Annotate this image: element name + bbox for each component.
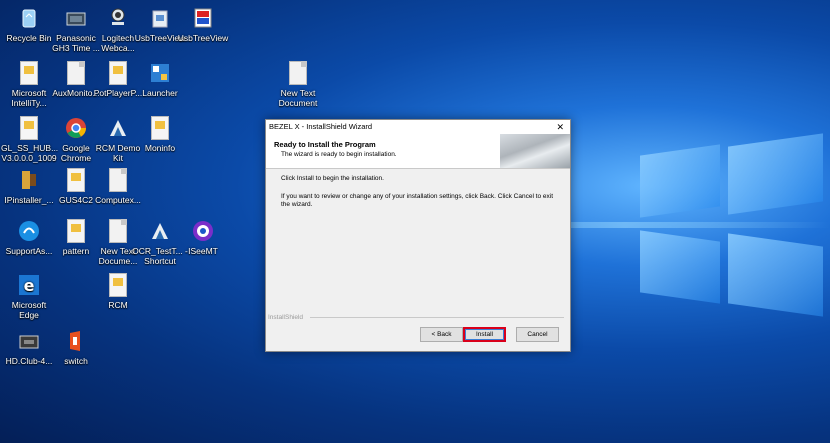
rcm-app-icon bbox=[148, 219, 172, 243]
back-button[interactable]: < Back bbox=[420, 327, 463, 342]
shortcut-icon bbox=[67, 168, 85, 192]
webcam-icon bbox=[106, 6, 130, 30]
dialog-header-title: Ready to Install the Program bbox=[274, 140, 376, 149]
desktop-icon-moninfo[interactable]: Moninfo bbox=[132, 116, 188, 153]
launcher-icon bbox=[148, 61, 172, 85]
recycle-bin-icon bbox=[17, 6, 41, 30]
cancel-button[interactable]: Cancel bbox=[516, 327, 559, 342]
install-button[interactable]: Install bbox=[463, 327, 506, 342]
usb-tree-icon bbox=[148, 6, 172, 30]
dialog-titlebar[interactable]: BEZEL X - InstallShield Wizard ✕ bbox=[266, 120, 570, 134]
installshield-dialog: BEZEL X - InstallShield Wizard ✕ Ready t… bbox=[265, 119, 571, 352]
shortcut-icon bbox=[20, 61, 38, 85]
wizard-banner-graphic bbox=[500, 134, 570, 168]
dialog-title: BEZEL X - InstallShield Wizard bbox=[269, 122, 373, 131]
wallpaper-pane bbox=[728, 133, 823, 215]
desktop-icon-computex[interactable]: Computex... bbox=[90, 168, 146, 205]
close-icon[interactable]: ✕ bbox=[556, 120, 564, 134]
text-file-icon bbox=[289, 61, 307, 85]
desktop-icon-switch[interactable]: switch bbox=[48, 329, 104, 366]
video-file-icon bbox=[64, 6, 88, 30]
shortcut-icon bbox=[151, 116, 169, 140]
review-text: If you want to review or change any of y… bbox=[281, 193, 554, 208]
installer-icon bbox=[17, 168, 41, 192]
shortcut-icon bbox=[109, 273, 127, 297]
office-icon bbox=[64, 329, 88, 353]
svg-text:e: e bbox=[24, 276, 35, 295]
desktop-icon-edge[interactable]: e Microsoft Edge bbox=[1, 273, 57, 320]
installshield-brand: InstallShield bbox=[268, 314, 304, 321]
wallpaper-pane bbox=[640, 144, 720, 218]
divider bbox=[310, 317, 564, 318]
desktop-icon-iseemt[interactable]: ISeeMT bbox=[175, 219, 231, 256]
file-icon bbox=[67, 61, 85, 85]
desktop-icon-rcm[interactable]: RCM bbox=[90, 273, 146, 310]
shortcut-icon bbox=[67, 219, 85, 243]
desktop-icon-new-text-document[interactable]: New Text Document bbox=[270, 61, 326, 108]
iseemt-icon bbox=[191, 219, 215, 243]
dialog-header: Ready to Install the Program The wizard … bbox=[266, 134, 570, 169]
instruction-text: Click Install to begin the installation. bbox=[281, 175, 384, 182]
dialog-header-subtitle: The wizard is ready to begin installatio… bbox=[281, 151, 397, 158]
file-icon bbox=[109, 168, 127, 192]
desktop-icon-usbtreeview-2[interactable]: UsbTreeView bbox=[175, 6, 231, 43]
chrome-icon bbox=[64, 116, 88, 140]
shortcut-icon bbox=[109, 61, 127, 85]
wallpaper-pane bbox=[728, 233, 823, 317]
wallpaper-pane bbox=[640, 230, 720, 304]
video-file-icon bbox=[17, 329, 41, 353]
desktop-icon-launcher[interactable]: Launcher bbox=[132, 61, 188, 98]
dialog-body: Click Install to begin the installation.… bbox=[266, 169, 570, 327]
dialog-footer: < Back Install Cancel bbox=[266, 327, 570, 349]
edge-icon: e bbox=[17, 273, 41, 297]
usb-app-icon bbox=[191, 6, 215, 30]
support-icon bbox=[17, 219, 41, 243]
rcm-app-icon bbox=[106, 116, 130, 140]
text-file-icon bbox=[109, 219, 127, 243]
shortcut-icon bbox=[20, 116, 38, 140]
